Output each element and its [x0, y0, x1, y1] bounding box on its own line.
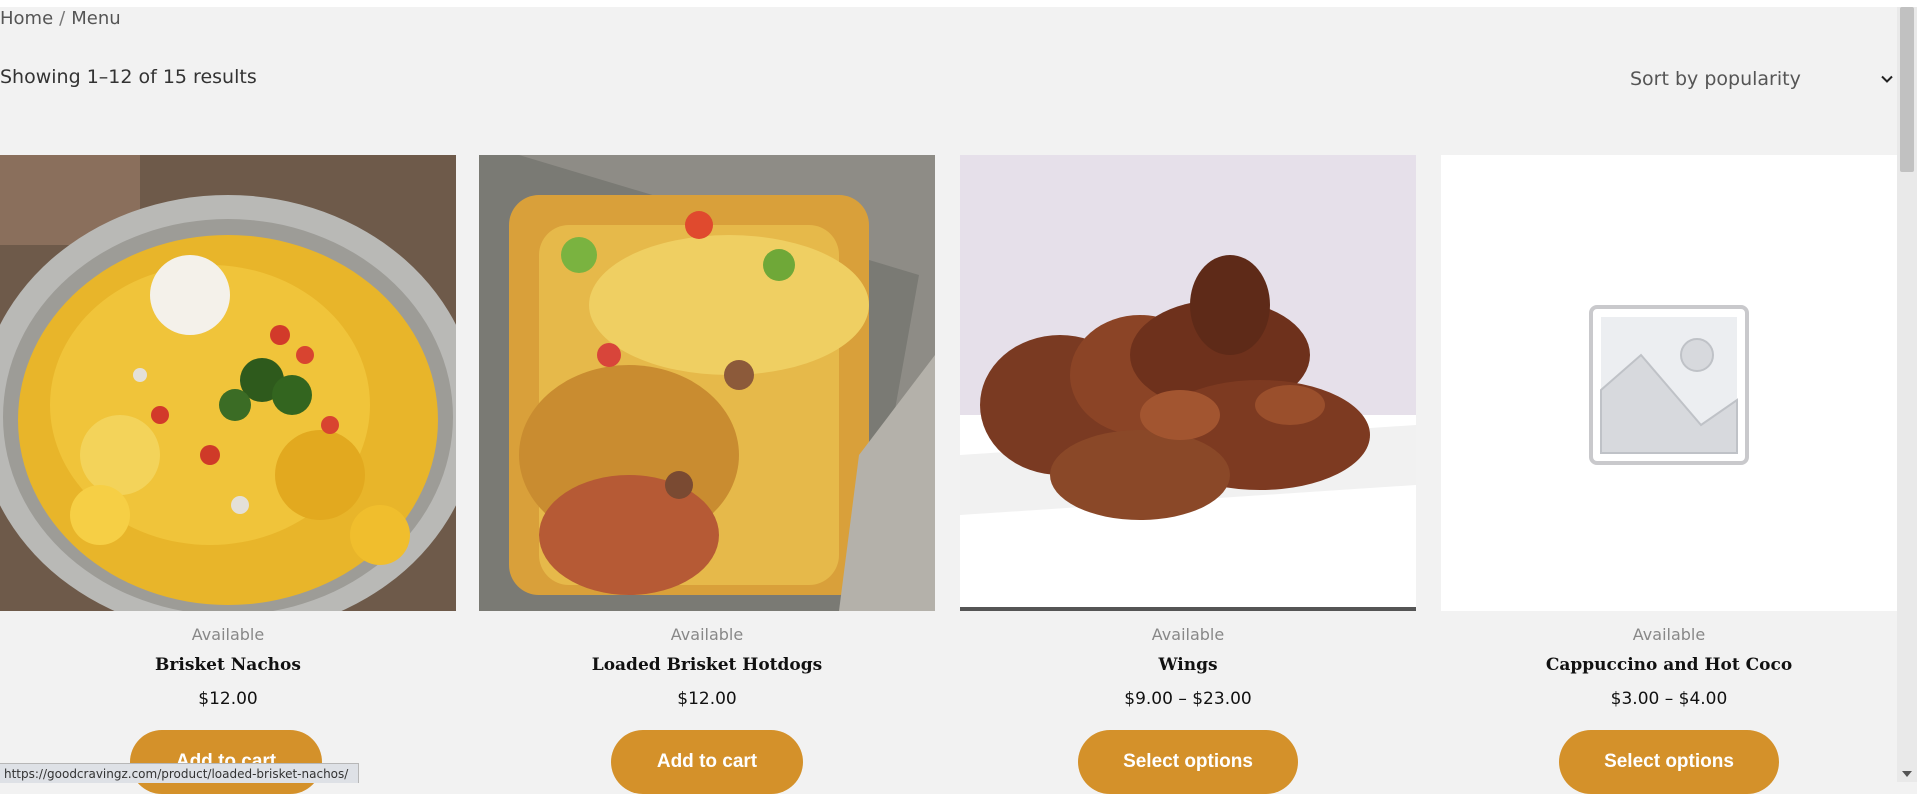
wings-photo[interactable] — [960, 155, 1416, 611]
nachos-photo[interactable] — [0, 155, 456, 611]
scroll-down-arrow-icon[interactable] — [1902, 770, 1912, 778]
product-price: $3.00 – $4.00 — [1610, 689, 1728, 709]
availability-label: Available — [191, 625, 265, 644]
hotdogs-photo[interactable] — [479, 155, 935, 611]
sort-selected-label: Sort by popularity — [1630, 68, 1801, 90]
product-price: $12.00 — [677, 689, 737, 709]
product-card: Available Cappuccino and Hot Coco $3.00 … — [1441, 155, 1897, 794]
product-title[interactable]: Cappuccino and Hot Coco — [1441, 655, 1897, 675]
product-title[interactable]: Wings — [960, 655, 1416, 675]
breadcrumb-separator: / — [59, 8, 66, 29]
breadcrumb-home-link[interactable]: Home — [0, 8, 53, 29]
sort-dropdown[interactable]: Sort by popularity — [1630, 64, 1893, 94]
placeholder-image-icon — [1441, 155, 1897, 611]
product-title[interactable]: Brisket Nachos — [0, 655, 456, 675]
top-border — [0, 0, 1917, 7]
add-to-cart-button[interactable]: Add to cart — [130, 730, 322, 794]
chevron-down-icon — [1881, 73, 1893, 85]
product-card: Available Brisket Nachos $12.00 Add to c… — [0, 155, 456, 794]
result-count: Showing 1–12 of 15 results — [0, 66, 257, 88]
add-to-cart-button[interactable]: Add to cart — [611, 730, 803, 794]
breadcrumb: Home / Menu — [0, 8, 121, 29]
placeholder-image[interactable] — [1441, 155, 1897, 611]
select-options-button[interactable]: Select options — [1559, 730, 1779, 794]
product-title[interactable]: Loaded Brisket Hotdogs — [479, 655, 935, 675]
product-grid: Available Brisket Nachos $12.00 Add to c… — [0, 155, 1897, 794]
product-price: $12.00 — [198, 689, 258, 709]
scrollbar[interactable] — [1897, 7, 1917, 782]
breadcrumb-current: Menu — [71, 8, 121, 29]
select-options-button[interactable]: Select options — [1078, 730, 1298, 794]
availability-label: Available — [1632, 625, 1706, 644]
availability-label: Available — [1151, 625, 1225, 644]
status-bar-url: https://goodcravingz.com/product/loaded-… — [0, 763, 360, 783]
scrollbar-thumb[interactable] — [1900, 7, 1914, 172]
product-price: $9.00 – $23.00 — [1124, 689, 1252, 709]
product-card: Available Loaded Brisket Hotdogs $12.00 … — [479, 155, 935, 794]
availability-label: Available — [670, 625, 744, 644]
product-card: Available Wings $9.00 – $23.00 Select op… — [960, 155, 1416, 794]
